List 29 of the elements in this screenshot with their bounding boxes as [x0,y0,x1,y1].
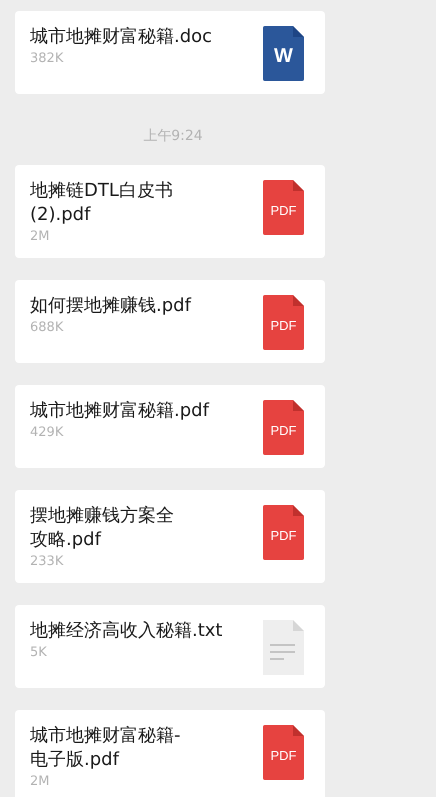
word-file-icon: W [263,26,304,81]
file-message-bubble[interactable]: 地摊链DTL白皮书 (2).pdf 2M PDF [15,165,325,258]
file-message-bubble[interactable]: 摆地摊赚钱方案全 攻略.pdf 233K PDF [15,490,325,583]
file-size: 429K [30,424,64,442]
file-size: 688K [30,319,64,337]
timestamp: 上午9:24 [143,128,203,144]
pdf-file-icon: PDF [263,295,304,350]
text-file-icon [263,620,304,675]
file-message-bubble[interactable]: 城市地摊财富秘籍.pdf 429K PDF [15,385,325,468]
file-size: 233K [30,553,64,571]
pdf-file-icon: PDF [263,400,304,455]
file-name: 城市地摊财富秘籍.pdf [30,399,209,423]
file-message-bubble[interactable]: 城市地摊财富秘籍- 电子版.pdf 2M PDF [15,710,325,797]
file-name: 地摊链DTL白皮书 (2).pdf [30,179,173,227]
pdf-file-icon: PDF [263,180,304,235]
file-size: 2M [30,773,50,791]
pdf-file-icon: PDF [263,505,304,560]
file-size: 5K [30,644,48,662]
file-message-bubble[interactable]: 地摊经济高收入秘籍.txt 5K [15,605,325,688]
file-name: 城市地摊财富秘籍.doc [30,25,212,49]
pdf-file-icon: PDF [263,725,304,780]
file-name: 如何摆地摊赚钱.pdf [30,294,191,318]
file-name: 城市地摊财富秘籍- 电子版.pdf [30,724,180,772]
file-message-bubble[interactable]: 城市地摊财富秘籍.doc 382K W [15,11,325,94]
file-size: 382K [30,50,64,68]
file-name: 摆地摊赚钱方案全 攻略.pdf [30,504,174,552]
file-size: 2M [30,228,50,246]
file-message-bubble[interactable]: 如何摆地摊赚钱.pdf 688K PDF [15,280,325,363]
file-name: 地摊经济高收入秘籍.txt [30,619,222,643]
